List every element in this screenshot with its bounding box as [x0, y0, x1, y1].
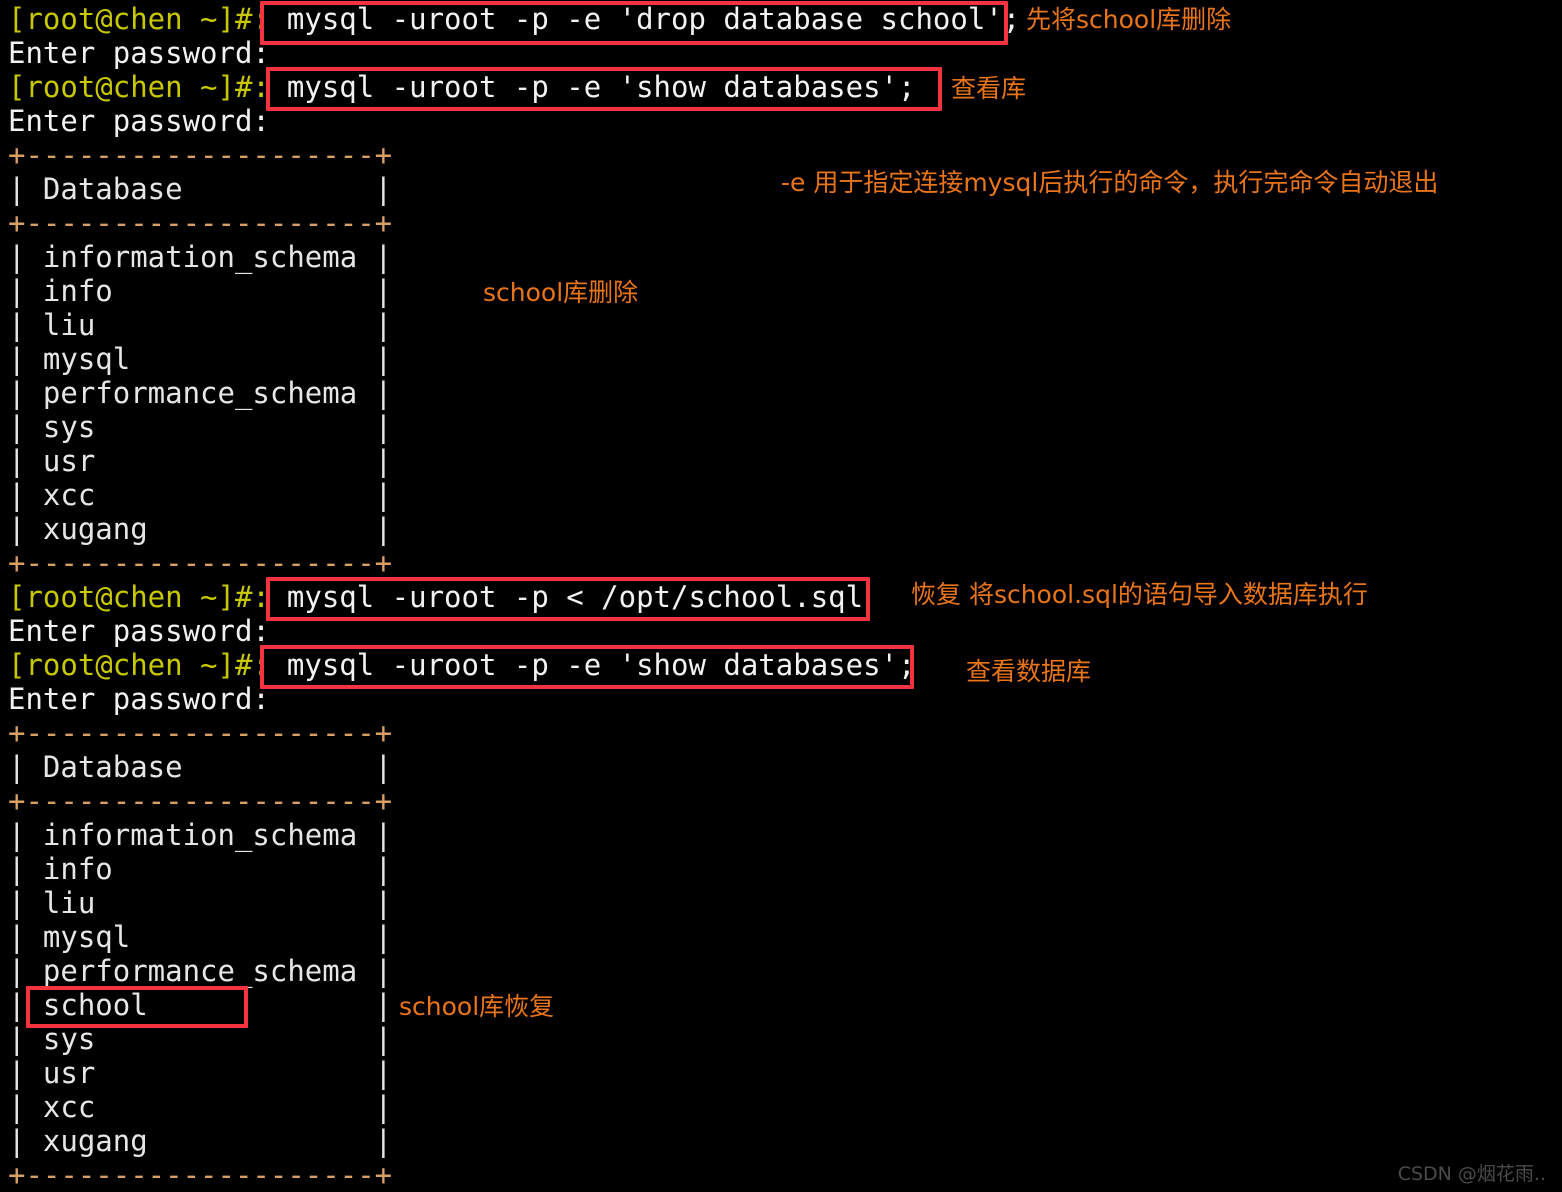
- table1-header: | Database |: [8, 172, 393, 206]
- table2-row: | info |: [8, 852, 393, 886]
- table1-row: | mysql |: [8, 342, 393, 376]
- table2-top-rule: +--------------------+: [8, 716, 393, 750]
- highlight-box-show-databases-2: [260, 645, 914, 689]
- annotation-view-db: 查看数据库: [966, 657, 1092, 686]
- table2-row: | information_schema |: [8, 818, 393, 852]
- table1-row: | liu |: [8, 308, 393, 342]
- annotation-drop-school: 先将school库删除: [1026, 5, 1232, 34]
- terminal-line-password-1: Enter password:: [8, 36, 270, 70]
- annotation-school-restored: school库恢复: [399, 992, 555, 1021]
- table2-row: | usr |: [8, 1056, 393, 1090]
- shell-prompt: [root@chen ~]#:: [8, 70, 270, 104]
- table2-row: | liu |: [8, 886, 393, 920]
- csdn-watermark: CSDN @烟花雨..: [1397, 1163, 1546, 1185]
- password-prompt: Enter password:: [8, 682, 270, 716]
- table2-bottom-rule: +--------------------+: [8, 1158, 393, 1192]
- highlight-box-school-entry: [26, 986, 248, 1028]
- annotation-e-option: -e 用于指定连接mysql后执行的命令，执行完命令自动退出: [781, 168, 1439, 197]
- terminal-line-password-2: Enter password:: [8, 104, 270, 138]
- shell-prompt: [root@chen ~]#:: [8, 580, 270, 614]
- password-prompt: Enter password:: [8, 614, 270, 648]
- table1-row: | sys |: [8, 410, 393, 444]
- shell-prompt: [root@chen ~]#:: [8, 2, 270, 36]
- table1-row: | usr |: [8, 444, 393, 478]
- table1-bottom-rule: +--------------------+: [8, 546, 393, 580]
- password-prompt: Enter password:: [8, 36, 270, 70]
- table1-row: | information_schema |: [8, 240, 393, 274]
- shell-prompt: [root@chen ~]#:: [8, 648, 270, 682]
- table1-row: | info |: [8, 274, 393, 308]
- terminal-line-password-3: Enter password:: [8, 614, 270, 648]
- table2-row: | performance_schema |: [8, 954, 393, 988]
- table2-row: | xugang |: [8, 1124, 393, 1158]
- annotation-show-db: 查看库: [951, 74, 1027, 103]
- table2-header: | Database |: [8, 750, 393, 784]
- highlight-box-restore-command: [266, 577, 870, 621]
- table1-top-rule: +--------------------+: [8, 138, 393, 172]
- table2-row: | mysql |: [8, 920, 393, 954]
- terminal-line-password-4: Enter password:: [8, 682, 270, 716]
- table2-row: | xcc |: [8, 1090, 393, 1124]
- table1-row: | performance_schema |: [8, 376, 393, 410]
- annotation-restore: 恢复 将school.sql的语句导入数据库执行: [911, 580, 1368, 609]
- table1-row: | xcc |: [8, 478, 393, 512]
- table1-row: | xugang |: [8, 512, 393, 546]
- highlight-box-show-databases-1: [266, 67, 942, 111]
- highlight-box-drop-command: [260, 1, 1008, 45]
- table1-header-rule: +--------------------+: [8, 206, 393, 240]
- annotation-school-dropped: school库删除: [483, 278, 639, 307]
- table2-header-rule: +--------------------+: [8, 784, 393, 818]
- password-prompt: Enter password:: [8, 104, 270, 138]
